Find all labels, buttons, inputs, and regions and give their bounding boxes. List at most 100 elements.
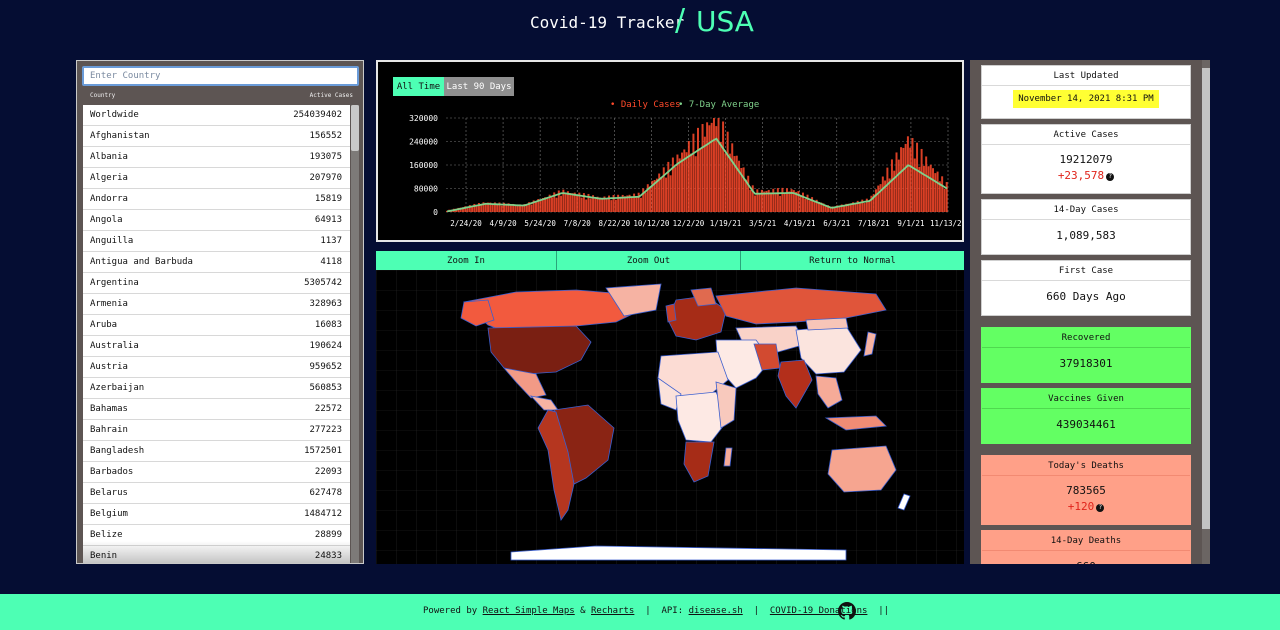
country-list-item[interactable]: Armenia 328963 [83, 294, 350, 315]
daily-cases-bar [710, 122, 713, 212]
daily-cases-bar [744, 179, 747, 212]
country-list-item[interactable]: Antigua and Barbuda 4118 [83, 252, 350, 273]
recharts-link[interactable]: Recharts [591, 606, 634, 616]
country-name: Austria [90, 362, 128, 372]
country-active-cases: 207970 [309, 173, 342, 183]
daily-cases-bar [756, 189, 759, 212]
daily-cases-bar [623, 196, 626, 212]
country-name: Armenia [90, 299, 128, 309]
country-list-item[interactable]: Andorra 15819 [83, 189, 350, 210]
country-active-cases: 15819 [314, 194, 342, 204]
daily-cases-bar [525, 205, 528, 212]
daily-cases-bar [770, 192, 772, 212]
country-name: Bahrain [90, 425, 128, 435]
daily-cases-bar [500, 205, 503, 212]
country-active-cases: 16083 [314, 320, 342, 330]
daily-cases-bar [589, 198, 592, 212]
country-list-item[interactable]: Azerbaijan 560853 [83, 378, 350, 399]
daily-cases-bar [738, 160, 741, 212]
country-list-item[interactable]: Austria 959652 [83, 357, 350, 378]
daily-cases-bar [941, 176, 944, 212]
daily-cases-bar [687, 141, 690, 212]
country-list-item[interactable]: Bahamas 22572 [83, 399, 350, 420]
country-list-item[interactable]: Benin 24833 [83, 546, 350, 563]
country-list-item[interactable]: Belize 28899 [83, 525, 350, 546]
daily-cases-bar [758, 193, 761, 212]
daily-cases-bar [833, 207, 836, 212]
all-time-button[interactable]: All Time [393, 77, 444, 96]
fourteen-day-deaths-card: 14-Day Deaths 660 [981, 530, 1191, 564]
fourteen-day-deaths-value: 660 [982, 551, 1190, 564]
country-name: Andorra [90, 194, 128, 204]
daily-cases-bar [674, 167, 677, 212]
country-list-item[interactable]: Barbados 22093 [83, 462, 350, 483]
country-active-cases: 4118 [320, 257, 342, 267]
title-slash: / [675, 3, 686, 38]
country-active-cases: 1484712 [304, 509, 342, 519]
separator: | [645, 606, 651, 616]
daily-cases-bar [475, 205, 478, 212]
daily-cases-bar [859, 203, 861, 212]
daily-cases-bar [838, 206, 841, 212]
daily-cases-bar [521, 205, 524, 212]
country-list-item[interactable]: Aruba 16083 [83, 315, 350, 336]
country-list-item[interactable]: Albania 193075 [83, 147, 350, 168]
daily-cases-bar [728, 153, 731, 212]
info-icon[interactable]: ? [1106, 173, 1115, 181]
daily-cases-bar [781, 187, 784, 212]
fourteen-day-cases-label: 14-Day Cases [982, 200, 1190, 220]
react-simple-maps-link[interactable]: React Simple Maps [483, 606, 575, 616]
last-90-days-button[interactable]: Last 90 Days [444, 77, 514, 96]
country-list-item[interactable]: Algeria 207970 [83, 168, 350, 189]
daily-cases-bar [630, 196, 633, 212]
first-case-value: 660 Days Ago [1046, 290, 1126, 303]
reset-zoom-button[interactable]: Return to Normal [741, 251, 964, 270]
github-icon[interactable] [838, 602, 856, 620]
stats-panel: Last Updated November 14, 2021 8:31 PM A… [970, 60, 1210, 564]
country-list-item[interactable]: Australia 190624 [83, 336, 350, 357]
vaccines-value: 439034461 [1056, 418, 1116, 431]
active-cases-column-header[interactable]: Active Cases [310, 92, 353, 99]
daily-cases-bar [808, 200, 811, 212]
world-map-svg[interactable] [376, 270, 964, 564]
country-active-cases: 156552 [309, 131, 342, 141]
stats-scrollbar-thumb[interactable] [1202, 68, 1210, 529]
info-icon[interactable]: ? [1096, 504, 1105, 512]
country-search-input[interactable] [82, 66, 359, 86]
country-list-item[interactable]: Belgium 1484712 [83, 504, 350, 525]
last-updated-card: Last Updated November 14, 2021 8:31 PM [981, 65, 1191, 119]
daily-cases-bar [731, 143, 734, 212]
disease-sh-link[interactable]: disease.sh [689, 606, 743, 616]
country-list-item[interactable]: Argentina 5305742 [83, 273, 350, 294]
daily-cases-bar [799, 195, 802, 212]
country-list-scrollbar[interactable] [351, 105, 359, 563]
daily-cases-bar [913, 158, 916, 212]
world-map[interactable] [376, 270, 964, 564]
zoom-out-button[interactable]: Zoom Out [557, 251, 741, 270]
country-list-item[interactable]: Bahrain 277223 [83, 420, 350, 441]
country-column-header[interactable]: Country [90, 92, 115, 99]
zoom-in-button[interactable]: Zoom In [376, 251, 557, 270]
daily-cases-bar [546, 197, 549, 212]
country-name: Worldwide [90, 110, 139, 120]
country-name: Belgium [90, 509, 128, 519]
daily-cases-bar [897, 159, 900, 212]
country-list-item[interactable]: Worldwide 254039402 [83, 105, 350, 126]
country-list-item[interactable]: Angola 64913 [83, 210, 350, 231]
country-name: Belize [90, 530, 123, 540]
country-list-item[interactable]: Belarus 627478 [83, 483, 350, 504]
active-cases-delta: +23,578 [1057, 169, 1105, 182]
country-name: Angola [90, 215, 123, 225]
daily-cases-bar [594, 197, 597, 212]
daily-cases-bar [601, 198, 604, 212]
country-list-item[interactable]: Bangladesh 1572501 [83, 441, 350, 462]
daily-cases-bar [806, 194, 809, 212]
scrollbar-thumb[interactable] [351, 105, 359, 151]
daily-cases-bar [660, 177, 663, 212]
stats-scrollbar[interactable] [1202, 60, 1210, 564]
daily-cases-bar [667, 161, 670, 212]
country-list-item[interactable]: Anguilla 1137 [83, 231, 350, 252]
country-list-item[interactable]: Afghanistan 156552 [83, 126, 350, 147]
daily-cases-bar [776, 188, 779, 212]
daily-cases-bar [550, 197, 553, 212]
